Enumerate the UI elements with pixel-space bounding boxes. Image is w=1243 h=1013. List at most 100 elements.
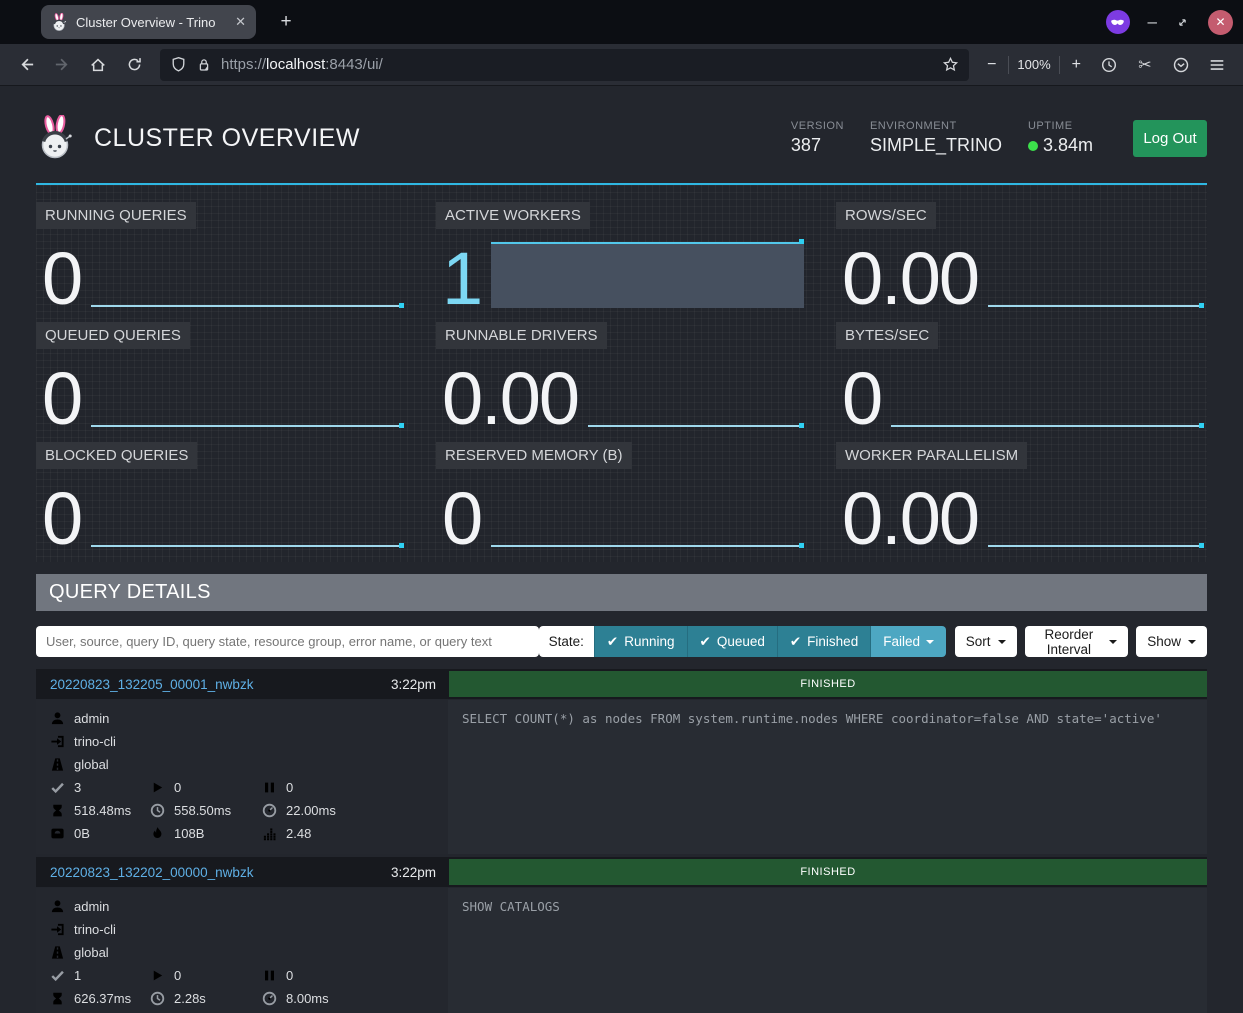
current-memory-scale-icon xyxy=(50,826,65,841)
parallelism: 2.48 xyxy=(286,826,311,841)
stat-value: 0 xyxy=(442,490,481,548)
current-memory: 0B xyxy=(74,826,90,841)
stat-blocked-queries: BLOCKED QUERIES 0 xyxy=(36,442,407,552)
stat-value: 0.00 xyxy=(442,370,578,428)
reorder-interval-dropdown[interactable]: Reorder Interval xyxy=(1025,626,1129,657)
stat-label: QUEUED QUERIES xyxy=(36,322,190,349)
reload-button[interactable] xyxy=(118,49,150,81)
sparkline xyxy=(891,362,1204,428)
url-bar[interactable]: https://localhost:8443/ui/ xyxy=(160,49,969,81)
filter-finished-button[interactable]: ✔Finished xyxy=(777,626,870,657)
cpu-time-gauge-icon xyxy=(262,803,277,818)
browser-tab[interactable]: Cluster Overview - Trino ✕ xyxy=(41,5,256,39)
total-wall-time: 558.50ms xyxy=(174,803,231,818)
caret-down-icon xyxy=(1109,640,1117,644)
app-header: CLUSTER OVERVIEW VERSION 387 ENVIRONMENT… xyxy=(0,86,1243,170)
tab-title: Cluster Overview - Trino xyxy=(76,15,229,30)
check-icon: ✔ xyxy=(607,634,618,650)
lock-icon[interactable] xyxy=(196,57,212,73)
stat-value: 0.00 xyxy=(842,490,978,548)
history-clock-icon[interactable] xyxy=(1093,49,1125,81)
caret-down-icon xyxy=(998,640,1006,644)
stats-dashboard: RUNNING QUERIES 0 ACTIVE WORKERS 1 ROWS/… xyxy=(36,185,1207,562)
bookmark-star-icon[interactable] xyxy=(942,56,959,73)
zoom-in-button[interactable]: + xyxy=(1068,56,1085,74)
stat-value: 0 xyxy=(42,250,81,308)
screenshot-scissors-icon[interactable]: ✂ xyxy=(1129,49,1161,81)
browser-titlebar: Cluster Overview - Trino ✕ + – ✕ xyxy=(0,0,1243,44)
environment-label: ENVIRONMENT xyxy=(870,120,1002,132)
queued-splits-pause-icon xyxy=(262,780,277,795)
wall-time: 518.48ms xyxy=(74,803,131,818)
show-dropdown[interactable]: Show xyxy=(1136,626,1207,657)
url-text[interactable]: https://localhost:8443/ui/ xyxy=(221,56,383,73)
source-login-icon xyxy=(50,922,65,937)
uptime-label: UPTIME xyxy=(1028,120,1093,132)
window-close-button[interactable]: ✕ xyxy=(1208,10,1233,35)
stat-label: RUNNABLE DRIVERS xyxy=(436,322,607,349)
cpu-time-gauge-icon xyxy=(262,991,277,1006)
stat-value: 0.00 xyxy=(842,250,978,308)
wall-time: 626.37ms xyxy=(74,991,131,1006)
back-button[interactable] xyxy=(10,49,42,81)
pocket-icon[interactable] xyxy=(1165,49,1197,81)
parallelism-stats-icon xyxy=(262,826,277,841)
stat-runnable-drivers: RUNNABLE DRIVERS 0.00 xyxy=(436,322,807,432)
menu-hamburger-icon[interactable] xyxy=(1201,49,1233,81)
window-minimize-button[interactable]: – xyxy=(1148,17,1157,27)
query-status-badge: FINISHED xyxy=(449,671,1207,697)
tab-close-icon[interactable]: ✕ xyxy=(235,14,246,30)
uptime-value: 3.84m xyxy=(1043,135,1093,156)
sort-dropdown[interactable]: Sort xyxy=(955,626,1017,657)
total-wall-time: 2.28s xyxy=(174,991,206,1006)
sparkline xyxy=(588,362,804,428)
query-source: trino-cli xyxy=(74,922,116,937)
tracking-shield-icon[interactable] xyxy=(170,56,187,73)
filter-running-button[interactable]: ✔Running xyxy=(594,626,687,657)
stat-worker-parallelism: WORKER PARALLELISM 0.00 xyxy=(836,442,1207,552)
state-filter-label: State: xyxy=(539,626,594,657)
total-time-clock-icon xyxy=(150,803,165,818)
check-icon: ✔ xyxy=(700,634,711,650)
completed-splits-check-icon xyxy=(50,780,65,795)
forward-button[interactable] xyxy=(46,49,78,81)
private-browsing-icon xyxy=(1106,10,1130,34)
new-tab-button[interactable]: + xyxy=(272,8,300,36)
stat-value: 1 xyxy=(442,250,481,308)
queued-splits: 0 xyxy=(286,968,293,983)
query-source: trino-cli xyxy=(74,734,116,749)
query-row: 20220823_132202_00000_nwbzk 3:22pm FINIS… xyxy=(36,857,1207,1013)
query-search-input[interactable] xyxy=(36,626,539,657)
trino-favicon xyxy=(51,13,68,32)
filter-queued-button[interactable]: ✔Queued xyxy=(687,626,777,657)
stat-label: RESERVED MEMORY (B) xyxy=(436,442,632,469)
running-splits-play-icon xyxy=(150,780,165,795)
queued-splits-pause-icon xyxy=(262,968,277,983)
window-restore-button[interactable] xyxy=(1175,15,1190,30)
query-id-link[interactable]: 20220823_132205_00001_nwbzk xyxy=(50,677,253,692)
cpu-time: 22.00ms xyxy=(286,803,336,818)
stat-reserved-memory: RESERVED MEMORY (B) 0 xyxy=(436,442,807,552)
query-filter-toolbar: State: ✔Running ✔Queued ✔Finished Failed… xyxy=(36,626,1207,657)
stat-running-queries: RUNNING QUERIES 0 xyxy=(36,202,407,312)
query-time: 3:22pm xyxy=(391,677,436,692)
completed-splits-check-icon xyxy=(50,968,65,983)
query-id-link[interactable]: 20220823_132202_00000_nwbzk xyxy=(50,865,253,880)
running-splits-play-icon xyxy=(150,968,165,983)
stat-label: ROWS/SEC xyxy=(836,202,936,229)
stat-rows-sec: ROWS/SEC 0.00 xyxy=(836,202,1207,312)
filter-failed-dropdown[interactable]: Failed xyxy=(870,626,946,657)
running-splits: 0 xyxy=(174,968,181,983)
query-sql-text: SELECT COUNT(*) as nodes FROM system.run… xyxy=(448,700,1207,854)
logout-button[interactable]: Log Out xyxy=(1133,120,1207,157)
query-status-badge: FINISHED xyxy=(449,859,1207,885)
home-button[interactable] xyxy=(82,49,114,81)
completed-splits: 1 xyxy=(74,968,81,983)
zoom-level[interactable]: 100% xyxy=(1017,57,1050,72)
cpu-time: 8.00ms xyxy=(286,991,329,1006)
query-details-header: QUERY DETAILS xyxy=(36,574,1207,611)
resource-group-road-icon xyxy=(50,945,65,960)
zoom-out-button[interactable]: − xyxy=(983,56,1000,74)
browser-toolbar: https://localhost:8443/ui/ − 100% + ✂ xyxy=(0,44,1243,86)
sparkline xyxy=(91,242,404,308)
